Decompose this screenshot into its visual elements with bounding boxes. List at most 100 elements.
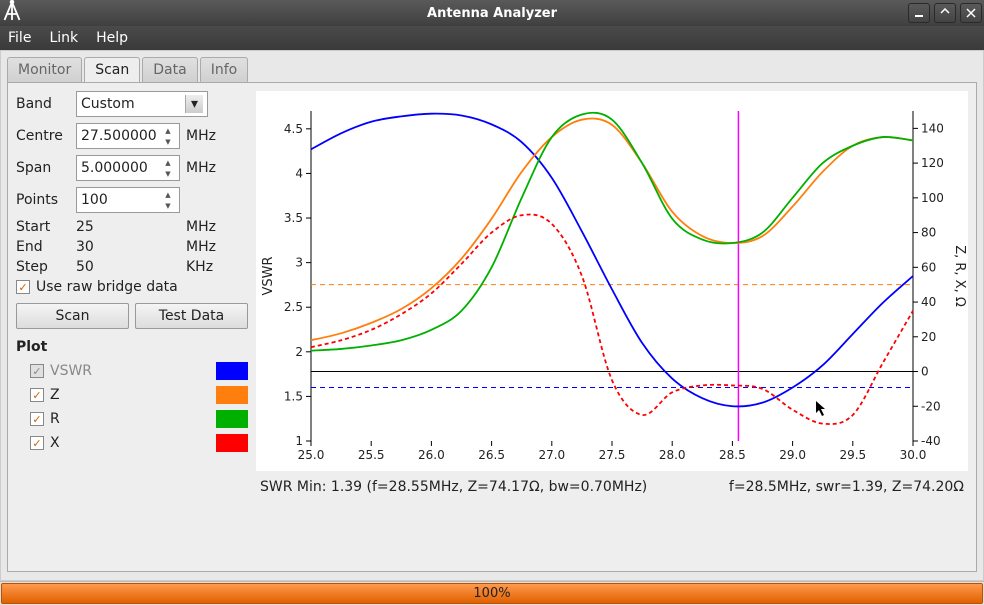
svg-text:30.0: 30.0 bbox=[900, 448, 927, 462]
svg-text:4: 4 bbox=[295, 166, 303, 180]
chevron-down-icon: ▾ bbox=[185, 95, 203, 113]
svg-text:27.5: 27.5 bbox=[599, 448, 626, 462]
menu-file[interactable]: File bbox=[8, 30, 31, 46]
svg-text:29.0: 29.0 bbox=[779, 448, 806, 462]
band-select[interactable]: Custom ▾ bbox=[76, 91, 208, 117]
points-label: Points bbox=[16, 192, 70, 208]
centre-label: Centre bbox=[16, 128, 70, 144]
span-value: 5.000000 bbox=[81, 160, 148, 176]
maximize-button[interactable] bbox=[934, 3, 956, 23]
x-swatch bbox=[216, 434, 248, 452]
tab-scan[interactable]: Scan bbox=[84, 57, 140, 82]
svg-text:2.5: 2.5 bbox=[284, 300, 303, 314]
plot-canvas: 25.0 25.5 26.0 26.5 27.0 27.5 28.0 28.5 29.0 29.5… bbox=[256, 91, 968, 471]
minimize-button[interactable] bbox=[908, 3, 930, 23]
scan-sidebar: Band Custom ▾ Centre 27.500000 ▲▼ MHz Sp… bbox=[16, 91, 248, 563]
spin-up-icon[interactable]: ▲ bbox=[161, 157, 175, 168]
cursor-icon bbox=[816, 401, 828, 417]
end-unit: MHz bbox=[186, 239, 226, 255]
step-value: 50 bbox=[76, 259, 186, 275]
close-button[interactable] bbox=[960, 3, 982, 23]
svg-text:Z, R, X, Ω: Z, R, X, Ω bbox=[952, 245, 967, 307]
svg-text:0: 0 bbox=[921, 365, 929, 379]
r-checkbox[interactable] bbox=[30, 412, 44, 426]
svg-text:25.0: 25.0 bbox=[298, 448, 325, 462]
svg-text:20: 20 bbox=[921, 330, 936, 344]
span-input[interactable]: 5.000000 ▲▼ bbox=[76, 155, 180, 181]
svg-text:4.5: 4.5 bbox=[284, 122, 303, 136]
end-value: 30 bbox=[76, 239, 186, 255]
raw-bridge-checkbox[interactable] bbox=[16, 280, 30, 294]
tab-data[interactable]: Data bbox=[142, 57, 197, 82]
menu-link[interactable]: Link bbox=[49, 30, 78, 46]
x-checkbox[interactable] bbox=[30, 436, 44, 450]
tabbar: Monitor Scan Data Info bbox=[7, 57, 977, 82]
menubar: File Link Help bbox=[0, 26, 984, 50]
band-label: Band bbox=[16, 96, 70, 112]
step-unit: KHz bbox=[186, 259, 226, 275]
start-value: 25 bbox=[76, 219, 186, 235]
window-title: Antenna Analyzer bbox=[427, 6, 557, 21]
progress-bar: 100% bbox=[0, 581, 984, 605]
svg-text:120: 120 bbox=[921, 156, 944, 170]
svg-text:3.5: 3.5 bbox=[284, 211, 303, 225]
spin-down-icon[interactable]: ▼ bbox=[161, 136, 175, 147]
vswr-series-label: VSWR bbox=[50, 363, 210, 379]
antenna-icon bbox=[0, 0, 24, 27]
svg-text:28.0: 28.0 bbox=[659, 448, 686, 462]
titlebar: Antenna Analyzer bbox=[0, 0, 984, 26]
plot-heading: Plot bbox=[16, 339, 248, 355]
svg-text:-20: -20 bbox=[921, 399, 941, 413]
svg-text:80: 80 bbox=[921, 226, 936, 240]
spin-up-icon[interactable]: ▲ bbox=[161, 125, 175, 136]
centre-value: 27.500000 bbox=[81, 128, 157, 144]
chart-area[interactable]: 25.0 25.5 26.0 26.5 27.0 27.5 28.0 28.5 29.0 29.5… bbox=[256, 91, 968, 471]
svg-text:29.5: 29.5 bbox=[839, 448, 866, 462]
tab-info[interactable]: Info bbox=[200, 57, 249, 82]
svg-text:26.0: 26.0 bbox=[418, 448, 445, 462]
start-unit: MHz bbox=[186, 219, 226, 235]
band-value: Custom bbox=[81, 96, 135, 112]
svg-text:25.5: 25.5 bbox=[358, 448, 385, 462]
spin-down-icon[interactable]: ▼ bbox=[161, 168, 175, 179]
vswr-swatch bbox=[216, 362, 248, 380]
end-label: End bbox=[16, 239, 76, 255]
x-series-label: X bbox=[50, 435, 210, 451]
z-checkbox[interactable] bbox=[30, 388, 44, 402]
points-input[interactable]: 100 ▲▼ bbox=[76, 187, 180, 213]
step-label: Step bbox=[16, 259, 76, 275]
points-value: 100 bbox=[81, 192, 108, 208]
z-swatch bbox=[216, 386, 248, 404]
menu-help[interactable]: Help bbox=[96, 30, 128, 46]
svg-text:-40: -40 bbox=[921, 434, 941, 448]
scan-button[interactable]: Scan bbox=[16, 303, 129, 329]
svg-text:27.0: 27.0 bbox=[538, 448, 565, 462]
svg-text:1.5: 1.5 bbox=[284, 389, 303, 403]
span-unit: MHz bbox=[186, 160, 226, 176]
svg-text:60: 60 bbox=[921, 260, 936, 274]
svg-text:40: 40 bbox=[921, 295, 936, 309]
cursor-status: f=28.5MHz, swr=1.39, Z=74.20Ω bbox=[729, 479, 964, 495]
svg-text:VSWR: VSWR bbox=[261, 256, 276, 295]
svg-text:26.5: 26.5 bbox=[478, 448, 505, 462]
span-label: Span bbox=[16, 160, 70, 176]
r-swatch bbox=[216, 410, 248, 428]
test-data-button[interactable]: Test Data bbox=[135, 303, 248, 329]
spin-down-icon[interactable]: ▼ bbox=[161, 200, 175, 211]
z-series-label: Z bbox=[50, 387, 210, 403]
centre-input[interactable]: 27.500000 ▲▼ bbox=[76, 123, 180, 149]
vswr-checkbox[interactable] bbox=[30, 364, 44, 378]
svg-text:28.5: 28.5 bbox=[719, 448, 746, 462]
swr-min-status: SWR Min: 1.39 (f=28.55MHz, Z=74.17Ω, bw=… bbox=[260, 479, 699, 495]
tab-monitor[interactable]: Monitor bbox=[7, 57, 82, 82]
progress-percent: 100% bbox=[0, 582, 984, 605]
svg-text:3: 3 bbox=[295, 256, 303, 270]
r-series-label: R bbox=[50, 411, 210, 427]
svg-text:1: 1 bbox=[295, 434, 303, 448]
start-label: Start bbox=[16, 219, 76, 235]
centre-unit: MHz bbox=[186, 128, 226, 144]
svg-text:100: 100 bbox=[921, 191, 944, 205]
spin-up-icon[interactable]: ▲ bbox=[161, 189, 175, 200]
raw-bridge-label: Use raw bridge data bbox=[36, 279, 178, 295]
svg-text:2: 2 bbox=[295, 345, 303, 359]
